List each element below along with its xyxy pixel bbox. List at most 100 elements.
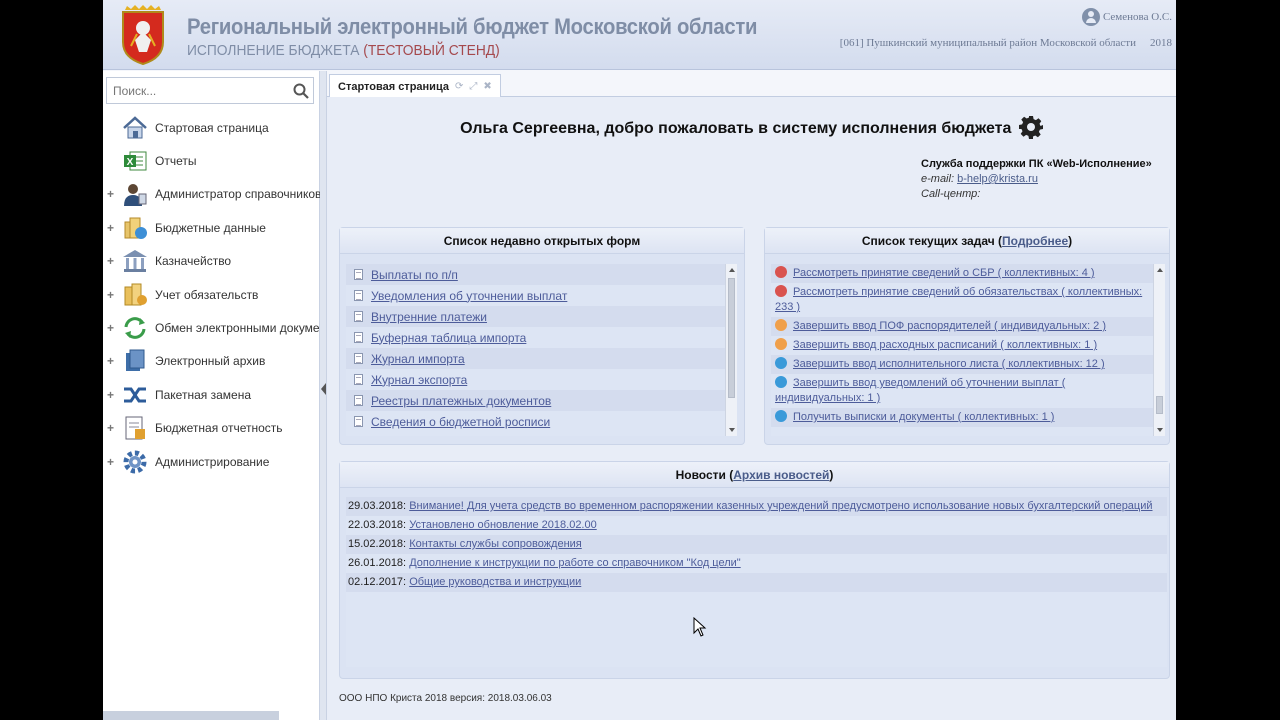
recent-form-link[interactable]: Журнал импорта [371, 352, 465, 366]
close-icon[interactable]: ✖ [483, 81, 491, 92]
news-date: 15.02.2018: [348, 538, 407, 550]
sidebar-item-treasury[interactable]: + Казначейство [103, 245, 320, 278]
news-panel: Новости (Архив новостей) 29.03.2018: Вни… [339, 461, 1170, 679]
expand-plus-icon[interactable]: + [107, 388, 115, 402]
scroll-down-arrow-icon[interactable] [729, 428, 735, 432]
sidebar-item-document-exchange[interactable]: + Обмен электронными документами [103, 311, 320, 344]
collapse-arrow-icon[interactable] [321, 383, 326, 395]
search-icon[interactable] [293, 83, 309, 99]
task-link[interactable]: Завершить ввод уведомлений об уточнении … [775, 377, 1065, 404]
news-archive-link[interactable]: Архив новостей [733, 468, 829, 482]
news-list: 29.03.2018: Внимание! Для учета средств … [346, 497, 1167, 667]
recent-form-link[interactable]: Реестры платежных документов [371, 394, 551, 408]
sidebar-item-reports[interactable]: X Отчеты [103, 144, 320, 177]
sidebar-item-electronic-archive[interactable]: + Электронный архив [103, 345, 320, 378]
refresh-icon[interactable]: ⟳ [455, 81, 463, 92]
expand-plus-icon[interactable]: + [107, 221, 115, 235]
task-link[interactable]: Завершить ввод исполнительного листа ( к… [793, 358, 1105, 370]
tab-label: Стартовая страница [338, 80, 449, 93]
tasks-more-link[interactable]: Подробнее [1002, 234, 1068, 248]
news-header: Новости (Архив новостей) [340, 462, 1169, 488]
list-item[interactable]: Буферная таблица импорта [346, 327, 730, 348]
welcome-text: Ольга Сергеевна, добро пожаловать в сист… [460, 120, 1012, 138]
status-dot-icon [775, 266, 787, 278]
support-title: Служба поддержки ПК «Web-Исполнение» [921, 158, 1152, 170]
recent-form-link[interactable]: Внутренние платежи [371, 310, 487, 324]
scroll-thumb[interactable] [728, 278, 735, 398]
news-link[interactable]: Контакты службы сопровождения [409, 538, 582, 550]
recent-form-link[interactable]: Выплаты по п/п [371, 268, 458, 282]
header: Региональный электронный бюджет Московск… [103, 0, 1176, 70]
list-item[interactable]: Журнал экспорта [346, 369, 730, 390]
expand-plus-icon[interactable]: + [107, 321, 115, 335]
app-subtitle-main: ИСПОЛНЕНИЕ БЮДЖЕТА [187, 42, 360, 59]
expand-plus-icon[interactable]: + [107, 421, 115, 435]
recent-form-link[interactable]: Сведения о бюджетной росписи [371, 415, 550, 429]
list-item[interactable]: Реестры платежных документов [346, 390, 730, 411]
news-link[interactable]: Общие руководства и инструкции [409, 576, 581, 588]
support-email-link[interactable]: b-help@krista.ru [957, 173, 1038, 185]
news-item: 15.02.2018: Контакты службы сопровождени… [346, 535, 1167, 554]
task-link[interactable]: Рассмотреть принятие сведений о СБР ( ко… [793, 267, 1095, 279]
sidebar-item-budget-data[interactable]: + Бюджетные данные [103, 211, 320, 244]
support-info: Служба поддержки ПК «Web-Исполнение» e-m… [921, 157, 1152, 202]
sidebar-item-label: Учет обязательств [155, 287, 259, 302]
tab-start-page[interactable]: Стартовая страница ⟳ ⤢ ✖ [329, 74, 501, 98]
task-link[interactable]: Рассмотреть принятие сведений об обязате… [775, 286, 1142, 313]
search-input[interactable] [107, 78, 287, 103]
task-item[interactable]: Завершить ввод ПОФ распорядителей ( инди… [771, 317, 1153, 336]
recent-form-link[interactable]: Буферная таблица импорта [371, 331, 526, 345]
task-link[interactable]: Завершить ввод ПОФ распорядителей ( инди… [793, 320, 1106, 332]
sidebar-item-obligations[interactable]: + Учет обязательств [103, 278, 320, 311]
list-item[interactable]: Уведомления об уточнении выплат [346, 285, 730, 306]
recent-forms-scrollbar[interactable] [725, 264, 737, 436]
task-item[interactable]: Завершить ввод уведомлений об уточнении … [771, 374, 1153, 408]
list-item[interactable]: Выплаты по п/п [346, 264, 730, 285]
news-link[interactable]: Внимание! Для учета средств во временном… [409, 500, 1152, 512]
tab-bar: Стартовая страница ⟳ ⤢ ✖ [327, 71, 1176, 98]
task-item[interactable]: Получить выписки и документы ( коллектив… [771, 408, 1153, 427]
sidebar-item-budget-reporting[interactable]: + Бюджетная отчетность [103, 412, 320, 445]
task-link[interactable]: Завершить ввод расходных расписаний ( ко… [793, 339, 1097, 351]
user-name: Семенова О.С. [1102, 11, 1172, 23]
recent-form-link[interactable]: Уведомления об уточнении выплат [371, 289, 567, 303]
expand-plus-icon[interactable]: + [107, 187, 115, 201]
organization-name: [061] Пушкинский муниципальный район Мос… [839, 37, 1136, 49]
sidebar-item-label: Стартовая страница [155, 120, 269, 135]
task-link[interactable]: Получить выписки и документы ( коллектив… [793, 411, 1054, 423]
task-item[interactable]: Завершить ввод расходных расписаний ( ко… [771, 336, 1153, 355]
document-icon [354, 374, 363, 385]
sidebar-splitter[interactable] [320, 71, 327, 720]
scroll-down-arrow-icon[interactable] [1157, 428, 1163, 432]
expand-plus-icon[interactable]: + [107, 455, 115, 469]
scroll-up-arrow-icon[interactable] [1157, 268, 1163, 272]
current-tasks-title: Список текущих задач [861, 234, 995, 248]
expand-plus-icon[interactable]: + [107, 288, 115, 302]
list-item[interactable]: Внутренние платежи [346, 306, 730, 327]
task-item[interactable]: Рассмотреть принятие сведений о СБР ( ко… [771, 264, 1153, 283]
sidebar-item-administration[interactable]: + Администрирование [103, 445, 320, 478]
user-menu[interactable]: Семенова О.С. [1081, 8, 1172, 26]
recent-form-link[interactable]: Журнал экспорта [371, 373, 467, 387]
news-item: 29.03.2018: Внимание! Для учета средств … [346, 497, 1167, 516]
list-item[interactable]: Сведения о бюджетной росписи [346, 411, 730, 432]
expand-plus-icon[interactable]: + [107, 254, 115, 268]
sidebar-item-batch-replace[interactable]: + Пакетная замена [103, 378, 320, 411]
expand-plus-icon[interactable]: + [107, 354, 115, 368]
sidebar-item-reference-admin[interactable]: + Администратор справочников [103, 178, 320, 211]
news-link[interactable]: Установлено обновление 2018.02.00 [409, 519, 597, 531]
sidebar-item-start-page[interactable]: Стартовая страница [103, 111, 320, 144]
list-item[interactable]: Журнал импорта [346, 348, 730, 369]
current-tasks-scrollbar[interactable] [1153, 264, 1165, 436]
sidebar-item-label: Пакетная замена [155, 387, 251, 402]
scroll-up-arrow-icon[interactable] [729, 268, 735, 272]
task-item[interactable]: Рассмотреть принятие сведений об обязате… [771, 283, 1153, 317]
app-window: Региональный электронный бюджет Московск… [103, 0, 1176, 720]
current-tasks-panel: Список текущих задач (Подробнее) Рассмот… [764, 227, 1170, 445]
scroll-thumb[interactable] [1156, 396, 1163, 414]
recent-forms-list: Выплаты по п/п Уведомления об уточнении … [346, 264, 730, 436]
news-link[interactable]: Дополнение к инструкции по работе со спр… [409, 557, 741, 569]
gear-icon[interactable] [1018, 115, 1043, 139]
task-item[interactable]: Завершить ввод исполнительного листа ( к… [771, 355, 1153, 374]
expand-icon[interactable]: ⤢ [469, 81, 477, 92]
